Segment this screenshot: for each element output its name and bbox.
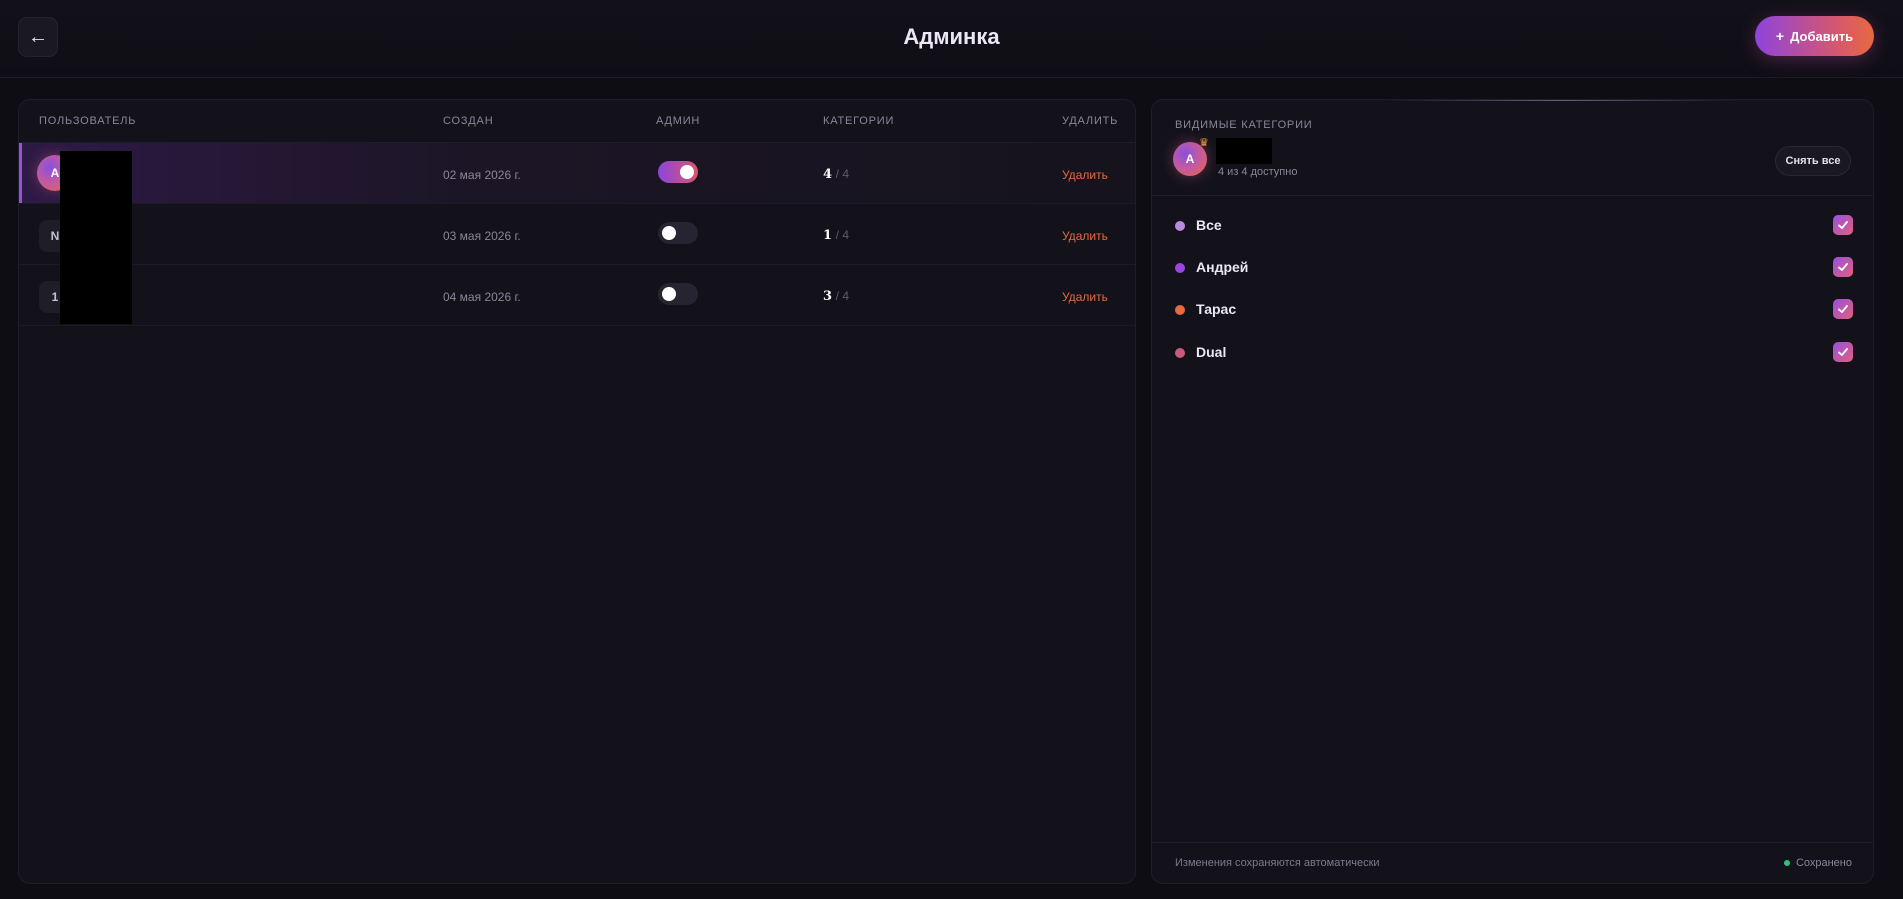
delete-link[interactable]: Удалить	[1062, 290, 1108, 304]
toggle-knob	[680, 165, 694, 179]
category-item-andrey[interactable]: Андрей	[1175, 253, 1853, 283]
plus-icon: +	[1775, 28, 1785, 44]
delete-link[interactable]: Удалить	[1062, 229, 1108, 243]
panel-glow	[1382, 100, 1742, 101]
page-title: Админка	[903, 24, 1000, 49]
column-delete: УДАЛИТЬ	[1062, 115, 1119, 127]
add-button-label: Добавить	[1790, 28, 1854, 44]
admin-toggle[interactable]	[658, 283, 698, 305]
available-count: 4 из 4 доступно	[1218, 166, 1298, 178]
category-checkbox[interactable]	[1833, 342, 1853, 362]
clear-all-button[interactable]: Снять все	[1775, 146, 1851, 176]
top-bar: ← Админка + Добавить	[0, 0, 1903, 78]
autosave-note: Изменения сохраняются автоматически	[1175, 857, 1380, 869]
category-checkbox[interactable]	[1833, 257, 1853, 277]
category-checkbox[interactable]	[1833, 215, 1853, 235]
table-row[interactable]: A ♛ 02 мая 2026 г. 4 / 4 Удалить	[19, 143, 1135, 204]
categories-panel: ВИДИМЫЕ КАТЕГОРИИ A ♛ 4 из 4 доступно Сн…	[1151, 99, 1874, 884]
column-user: ПОЛЬЗОВАТЕЛЬ	[39, 115, 137, 127]
checkmark-icon	[1838, 263, 1848, 271]
add-button[interactable]: + Добавить	[1755, 16, 1874, 56]
checkmark-icon	[1838, 348, 1848, 356]
categories-count: 4 / 4	[823, 167, 850, 182]
save-status-label: Сохранено	[1795, 857, 1852, 869]
categories-count: 1 / 4	[823, 228, 850, 243]
table-header: ПОЛЬЗОВАТЕЛЬ СОЗДАН АДМИН КАТЕГОРИИ УДАЛ…	[19, 100, 1135, 143]
category-label: Тарас	[1196, 301, 1237, 317]
category-item-dual[interactable]: Dual	[1175, 338, 1853, 368]
redacted-username	[1216, 138, 1272, 164]
categories-title: ВИДИМЫЕ КАТЕГОРИИ	[1175, 119, 1313, 131]
footer-divider	[1152, 842, 1873, 843]
save-status: Сохранено	[1783, 857, 1852, 869]
category-label: Dual	[1196, 344, 1227, 360]
divider	[1152, 195, 1873, 196]
category-dot	[1175, 305, 1185, 315]
column-categories: КАТЕГОРИИ	[823, 115, 895, 127]
column-created: СОЗДАН	[443, 115, 494, 127]
category-dot	[1175, 263, 1185, 273]
users-table: ПОЛЬЗОВАТЕЛЬ СОЗДАН АДМИН КАТЕГОРИИ УДАЛ…	[18, 99, 1136, 884]
column-admin: АДМИН	[656, 115, 701, 127]
table-row[interactable]: 1 04 мая 2026 г. 3 / 4 Удалить	[19, 265, 1135, 326]
category-label: Андрей	[1196, 259, 1249, 275]
category-dot	[1175, 348, 1185, 358]
category-dot	[1175, 221, 1185, 231]
category-item-taras[interactable]: Тарас	[1175, 295, 1853, 325]
categories-count: 3 / 4	[823, 289, 850, 304]
table-row[interactable]: N 03 мая 2026 г. 1 / 4 Удалить	[19, 204, 1135, 265]
toggle-knob	[662, 287, 676, 301]
created-date: 02 мая 2026 г.	[443, 168, 521, 182]
admin-toggle[interactable]	[658, 222, 698, 244]
crown-icon: ♛	[1199, 137, 1209, 149]
checkmark-icon	[1838, 221, 1848, 229]
status-dot	[1783, 860, 1790, 866]
category-label: Все	[1196, 217, 1222, 233]
delete-link[interactable]: Удалить	[1062, 168, 1108, 182]
redacted-usernames	[60, 151, 132, 324]
category-checkbox[interactable]	[1833, 299, 1853, 319]
created-date: 03 мая 2026 г.	[443, 229, 521, 243]
toggle-knob	[662, 226, 676, 240]
created-date: 04 мая 2026 г.	[443, 290, 521, 304]
checkmark-icon	[1838, 305, 1848, 313]
category-item-all[interactable]: Все	[1175, 211, 1853, 241]
admin-toggle[interactable]	[658, 161, 698, 183]
